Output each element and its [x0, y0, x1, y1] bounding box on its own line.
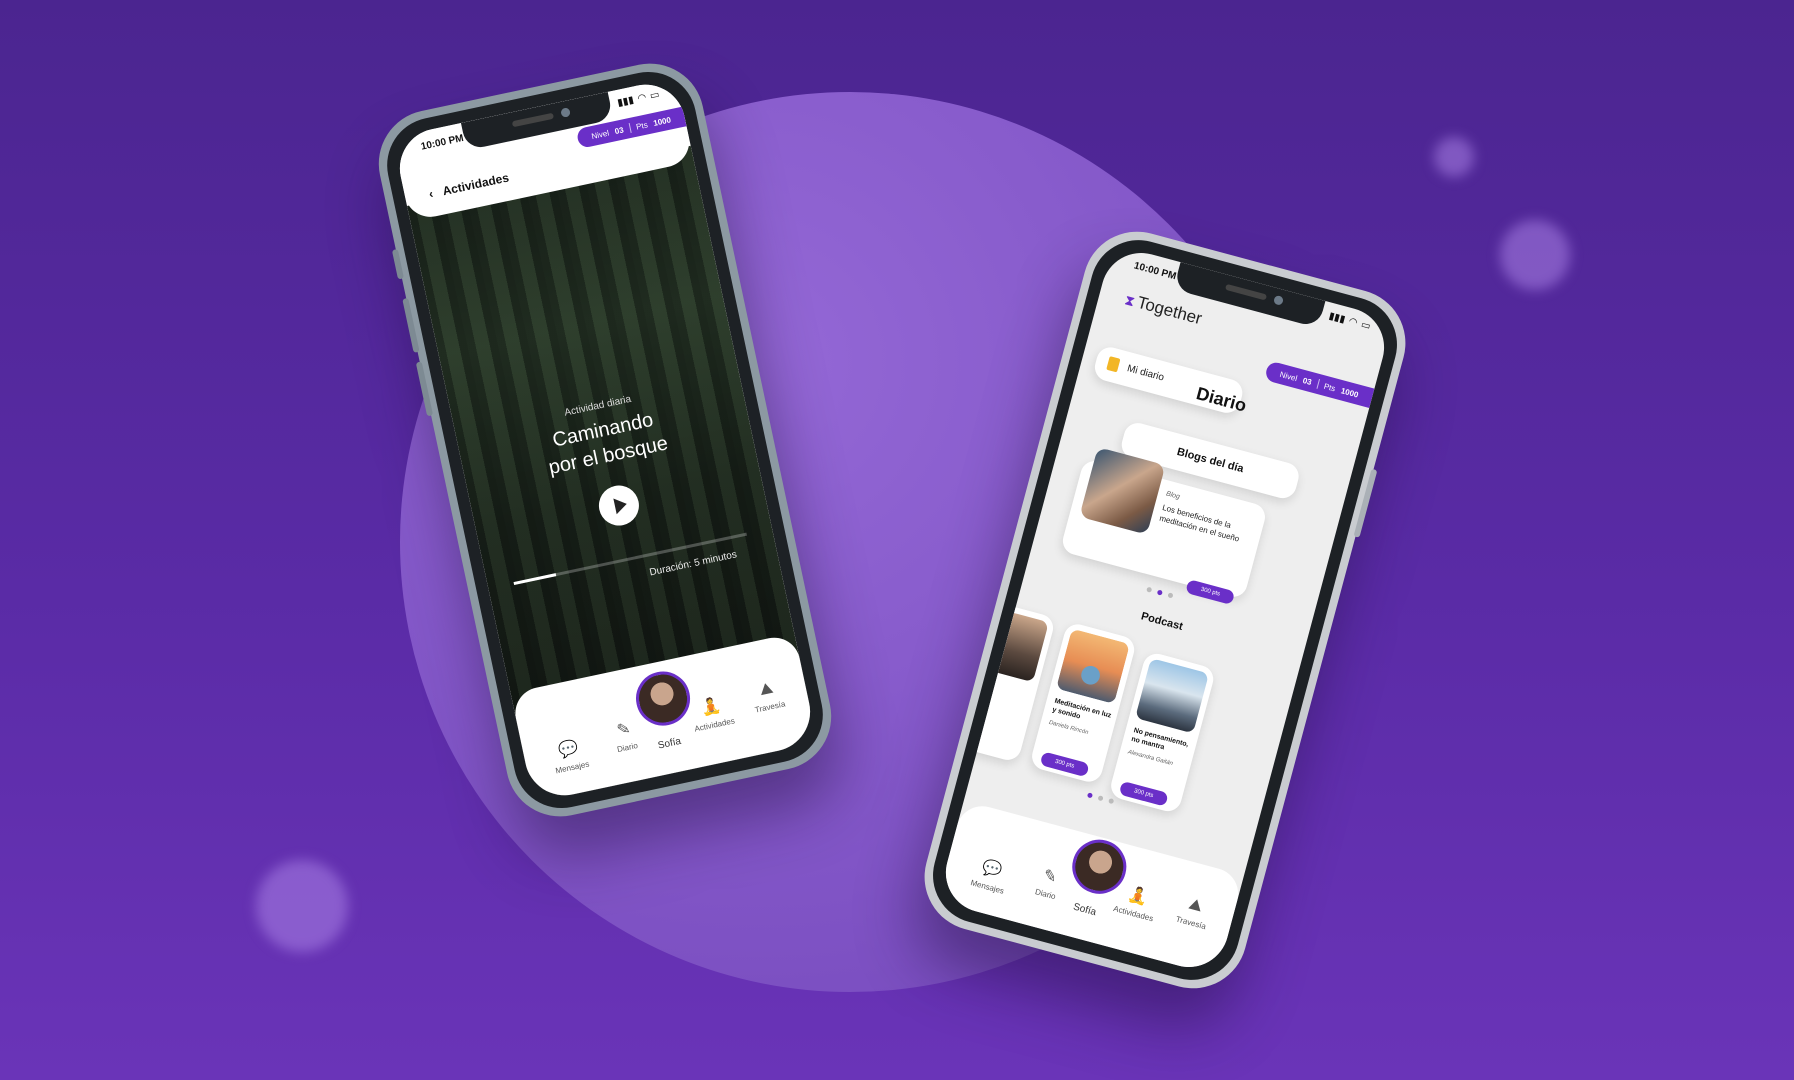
points-value: 1000	[652, 114, 672, 128]
podcast-points-button[interactable]: 300 pts	[1118, 780, 1169, 807]
play-button[interactable]	[595, 481, 643, 530]
journey-icon: ⛰	[758, 679, 775, 700]
level-points-badge: Nivel 03 Pts 1000	[1263, 360, 1375, 408]
status-icons: ▮▮▮ ◠ ▭	[616, 89, 660, 109]
status-time: 10:00 PM	[419, 132, 465, 153]
page-title: Actividades	[441, 170, 511, 199]
blog-points-button[interactable]: 300 pts	[1185, 579, 1236, 606]
hourglass-icon: ⧗	[1123, 291, 1137, 310]
carousel-dots	[1146, 586, 1174, 599]
blog-title: Los beneficios de la meditación en el su…	[1158, 503, 1241, 544]
journey-icon: ⛰	[1186, 895, 1205, 916]
level-value: 03	[613, 124, 625, 136]
signal-icon: ▮▮▮	[616, 94, 635, 109]
blog-tag: Blog	[1165, 490, 1181, 501]
status-time: 10:00 PM	[1132, 260, 1178, 283]
decor-bubble	[1500, 220, 1570, 290]
chevron-left-icon: ‹	[427, 186, 435, 202]
battery-icon: ▭	[648, 89, 661, 102]
wifi-icon: ◠	[636, 92, 648, 105]
podcast-image	[1135, 658, 1210, 734]
battery-icon: ▭	[1359, 319, 1372, 333]
back-button[interactable]: ‹ Actividades	[428, 170, 510, 201]
play-icon	[612, 496, 628, 515]
wifi-icon: ◠	[1347, 315, 1359, 329]
mute-switch	[391, 248, 404, 280]
app-logo: ⧗Together	[1123, 291, 1205, 329]
status-icons: ▮▮▮ ◠ ▭	[1328, 311, 1372, 333]
page-title: Diario	[1194, 383, 1249, 416]
decor-bubble	[256, 860, 348, 952]
decor-bubble	[1434, 137, 1474, 177]
podcast-image	[1055, 628, 1130, 704]
level-label: Nivel	[590, 128, 610, 141]
signal-icon: ▮▮▮	[1327, 310, 1347, 326]
podcast-points-button[interactable]: 300 pts	[1039, 751, 1090, 778]
carousel-dots	[1086, 792, 1115, 805]
points-label: Pts	[635, 119, 649, 132]
